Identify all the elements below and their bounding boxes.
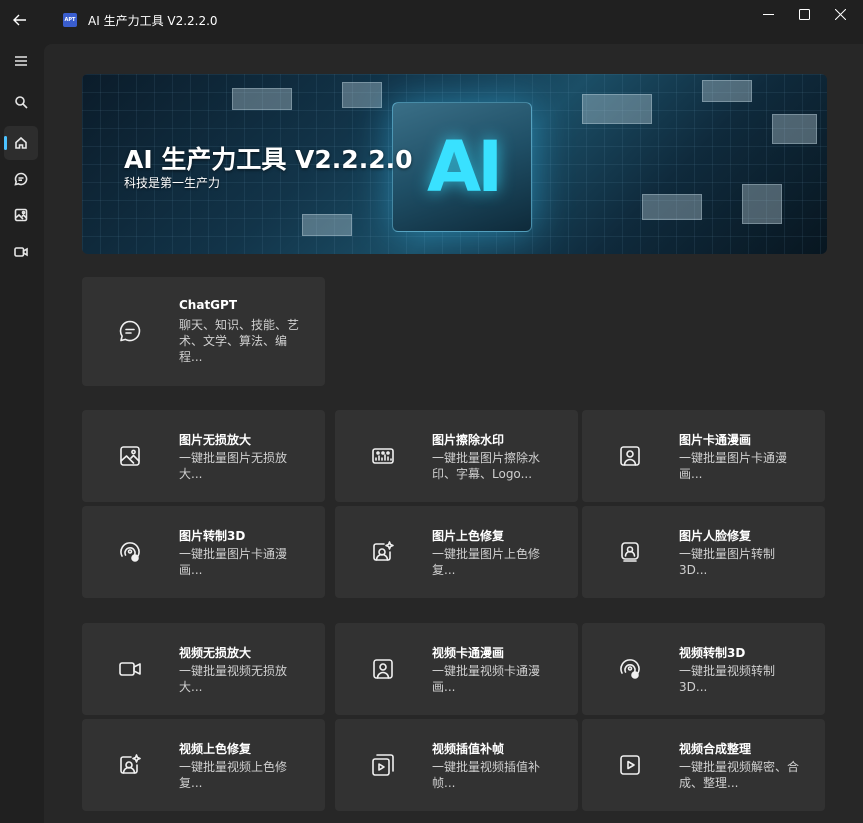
card-description: 一键批量图片卡通漫画...: [179, 547, 288, 577]
close-icon: [834, 8, 846, 20]
card-description: 一键批量图片擦除水印、字幕、Logo...: [432, 451, 541, 481]
card-chatgpt[interactable]: ChatGPT 聊天、知识、技能、艺术、文学、算法、编程...: [82, 277, 325, 386]
card-title: 视频无损放大: [179, 646, 252, 660]
card-description: 一键批量图片无损放大...: [179, 451, 288, 481]
hamburger-icon: [15, 56, 27, 66]
card-image-cartoon[interactable]: 图片卡通漫画 一键批量图片卡通漫画...: [582, 410, 825, 502]
3d-person-icon: [618, 657, 642, 681]
banner-block: [582, 94, 652, 124]
sidebar-item-image[interactable]: [4, 198, 38, 232]
banner-block: [342, 82, 382, 108]
hero-banner: AI AI 生产力工具 V2.2.2.0 科技是第一生产力: [82, 74, 827, 254]
card-video-cartoon[interactable]: 视频卡通漫画 一键批量视频卡通漫画...: [335, 623, 578, 715]
card-title: 图片人脸修复: [679, 529, 752, 543]
card-title: ChatGPT: [179, 298, 238, 312]
card-image-upscale[interactable]: 图片无损放大 一键批量图片无损放大...: [82, 410, 325, 502]
portrait-icon: [371, 657, 395, 681]
banner-block: [302, 214, 352, 236]
face-portrait-icon: [618, 540, 642, 564]
video-camera-icon: [118, 657, 142, 681]
sidebar: [0, 40, 42, 823]
arrow-left-icon: [13, 14, 26, 26]
card-video-3d[interactable]: 视频转制3D 一键批量视频转制3D...: [582, 623, 825, 715]
image-icon: [14, 208, 28, 222]
card-title: 图片无损放大: [179, 433, 252, 447]
card-video-merge[interactable]: 视频合成整理 一键批量视频解密、合成、整理...: [582, 719, 825, 811]
banner-ai-text: AI: [427, 126, 503, 208]
app-logo: APT: [63, 13, 77, 27]
card-title: 视频合成整理: [679, 742, 752, 756]
banner-block: [232, 88, 292, 110]
card-description: 一键批量视频解密、合成、整理...: [679, 760, 800, 790]
maximize-icon: [798, 8, 810, 20]
card-title: 视频卡通漫画: [432, 646, 505, 660]
banner-subtitle: 科技是第一生产力: [124, 176, 221, 190]
image-icon: [118, 444, 142, 468]
chat-bubble-icon: [118, 319, 142, 343]
banner-title: AI 生产力工具 V2.2.2.0: [124, 145, 413, 174]
card-title: 视频上色修复: [179, 742, 252, 756]
card-video-colorize[interactable]: 视频上色修复 一键批量视频上色修复...: [82, 719, 325, 811]
home-icon: [15, 136, 27, 149]
card-video-interpolation[interactable]: 视频插值补帧 一键批量视频插值补帧...: [335, 719, 578, 811]
sidebar-item-video[interactable]: [4, 235, 38, 269]
video-icon: [14, 247, 28, 257]
card-image-colorize[interactable]: 图片上色修复 一键批量图片上色修复...: [335, 506, 578, 598]
3d-person-icon: [118, 540, 142, 564]
close-button[interactable]: [817, 0, 863, 28]
banner-block: [772, 114, 817, 144]
banner-block: [702, 80, 752, 102]
card-title: 视频插值补帧: [432, 742, 505, 756]
card-title: 图片卡通漫画: [679, 433, 752, 447]
window-title: AI 生产力工具 V2.2.2.0: [88, 14, 218, 28]
title-bar: APT AI 生产力工具 V2.2.2.0: [0, 0, 863, 40]
play-icon: [618, 753, 642, 777]
sidebar-item-menu[interactable]: [4, 44, 38, 78]
card-description: 一键批量视频插值补帧...: [432, 760, 541, 790]
back-button[interactable]: [6, 6, 34, 34]
sidebar-item-search[interactable]: [4, 85, 38, 119]
card-video-upscale[interactable]: 视频无损放大 一键批量视频无损放大...: [82, 623, 325, 715]
card-description: 一键批量视频转制3D...: [679, 664, 776, 694]
card-description: 一键批量视频卡通漫画...: [432, 664, 541, 694]
chat-icon: [14, 172, 28, 186]
card-title: 图片转制3D: [179, 529, 246, 543]
minimize-icon: [762, 13, 774, 15]
card-title: 图片上色修复: [432, 529, 505, 543]
card-description: 一键批量视频无损放大...: [179, 664, 288, 694]
card-image-face-repair[interactable]: 图片人脸修复 一键批量图片转制3D...: [582, 506, 825, 598]
image-sparkle-icon: [118, 753, 142, 777]
card-image-3d[interactable]: 图片转制3D 一键批量图片卡通漫画...: [82, 506, 325, 598]
sidebar-item-home[interactable]: [4, 126, 38, 160]
card-description: 一键批量图片上色修复...: [432, 547, 541, 577]
card-image-watermark[interactable]: 图片擦除水印 一键批量图片擦除水印、字幕、Logo...: [335, 410, 578, 502]
card-description: 一键批量视频上色修复...: [179, 760, 288, 790]
video-frames-icon: [371, 753, 395, 777]
main-content: AI AI 生产力工具 V2.2.2.0 科技是第一生产力 ChatGPT 聊天…: [44, 44, 863, 823]
banner-block: [742, 184, 782, 224]
portrait-icon: [618, 444, 642, 468]
card-description: 一键批量图片卡通漫画...: [679, 451, 788, 481]
card-description: 一键批量图片转制3D...: [679, 547, 776, 577]
card-title: 图片擦除水印: [432, 433, 505, 447]
image-sparkle-icon: [371, 540, 395, 564]
image-gallery-icon: [371, 444, 395, 468]
card-description: 聊天、知识、技能、艺术、文学、算法、编程...: [179, 318, 300, 364]
search-icon: [15, 96, 28, 109]
card-title: 视频转制3D: [679, 646, 746, 660]
sidebar-item-chat[interactable]: [4, 162, 38, 196]
banner-block: [642, 194, 702, 220]
